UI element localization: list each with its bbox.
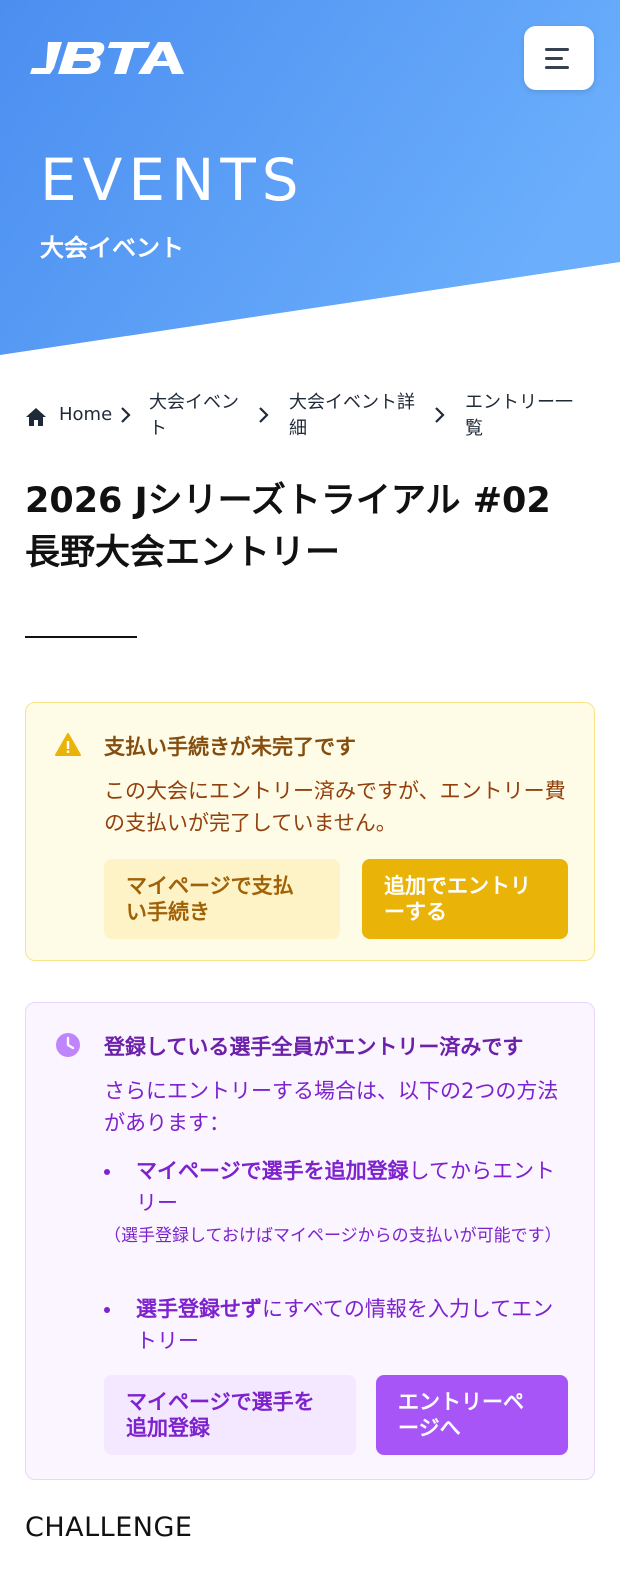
- option-bullet-1: マイページで選手を追加登録してからエントリー: [104, 1155, 566, 1219]
- hero-header: EVENTS 大会イベント: [0, 0, 620, 360]
- entry-info-card: 登録している選手全員がエントリー済みです さらにエントリーする場合は、以下の2つ…: [25, 1002, 595, 1480]
- breadcrumb-events-line2: ト: [149, 418, 167, 439]
- jbta-logo[interactable]: [26, 38, 186, 84]
- breadcrumb-detail-line2: 細: [289, 418, 307, 439]
- page-title-line2: 長野大会エントリー: [25, 533, 341, 573]
- hero-title: EVENTS: [40, 146, 305, 214]
- add-player-label-1: マイページで選手を: [126, 1390, 315, 1414]
- mypage-add-player-button[interactable]: マイページで選手を 追加登録: [104, 1375, 356, 1455]
- payment-alert-title: 支払い手続きが未完了です: [104, 735, 356, 759]
- entry-page-label-1: エントリーペ: [398, 1390, 524, 1414]
- option1-note: （選手登録しておけばマイページからの支払いが可能です）: [104, 1226, 562, 1246]
- breadcrumb-events[interactable]: 大会イベン ト: [149, 390, 239, 442]
- mypage-payment-button[interactable]: マイページで支払 い手続き: [104, 859, 340, 939]
- option2-strong: 選手登録せず: [136, 1297, 262, 1321]
- chevron-right-icon: [435, 407, 445, 423]
- option1-strong: マイページで選手を追加登録: [136, 1159, 409, 1183]
- hero-subtitle: 大会イベント: [40, 234, 184, 262]
- logo-mark: [30, 42, 184, 74]
- breadcrumb-entry-line1: エントリー一: [465, 392, 573, 413]
- menu-line: [545, 56, 563, 60]
- payment-alert-text: この大会にエントリー済みですが、エントリー費の支払いが完了していません。: [104, 779, 566, 835]
- hamburger-menu-button[interactable]: [524, 26, 594, 90]
- breadcrumb-detail-line1: 大会イベント詳: [289, 392, 415, 413]
- entry-page-button[interactable]: エントリーペ ージへ: [376, 1375, 568, 1455]
- chevron-right-icon: [259, 407, 269, 423]
- breadcrumb-events-line1: 大会イベン: [149, 392, 239, 413]
- page-title-line1: 2026 Jシリーズトライアル #02: [25, 481, 551, 521]
- breadcrumb-entry-line2: 覧: [465, 418, 483, 439]
- clock-icon: [56, 1033, 80, 1057]
- title-divider: [25, 636, 137, 638]
- challenge-heading: CHALLENGE: [25, 1512, 193, 1543]
- warning-icon: [55, 733, 81, 756]
- mypage-payment-label-2: い手続き: [126, 900, 210, 924]
- additional-entry-button[interactable]: 追加でエントリ ーする: [362, 859, 568, 939]
- bullet-dot: [104, 1307, 110, 1313]
- entry-info-title: 登録している選手全員がエントリー済みです: [104, 1035, 524, 1059]
- menu-line: [545, 65, 569, 69]
- option-bullet-2: 選手登録せずにすべての情報を入力してエントリー: [104, 1293, 566, 1357]
- page-title: 2026 Jシリーズトライアル #02 長野大会エントリー: [25, 475, 595, 579]
- bullet-dot: [104, 1169, 110, 1175]
- breadcrumb-home[interactable]: Home: [59, 402, 112, 428]
- breadcrumb-event-detail[interactable]: 大会イベント詳 細: [289, 390, 415, 442]
- entry-page-label-2: ージへ: [398, 1416, 461, 1440]
- mypage-payment-label-1: マイページで支払: [126, 874, 294, 898]
- entry-info-text: さらにエントリーする場合は、以下の2つの方法があります：: [104, 1079, 559, 1135]
- chevron-right-icon: [121, 407, 131, 423]
- breadcrumb: Home 大会イベン ト 大会イベント詳 細 エントリー一 覧: [25, 392, 595, 445]
- home-icon: [26, 408, 46, 426]
- add-player-label-2: 追加登録: [126, 1416, 210, 1440]
- additional-entry-label-1: 追加でエントリ: [384, 874, 531, 898]
- hamburger-menu-icon: [545, 47, 569, 51]
- breadcrumb-entry-list: エントリー一 覧: [465, 390, 573, 442]
- payment-alert-card: 支払い手続きが未完了です この大会にエントリー済みですが、エントリー費の支払いが…: [25, 702, 595, 961]
- additional-entry-label-2: ーする: [384, 900, 447, 924]
